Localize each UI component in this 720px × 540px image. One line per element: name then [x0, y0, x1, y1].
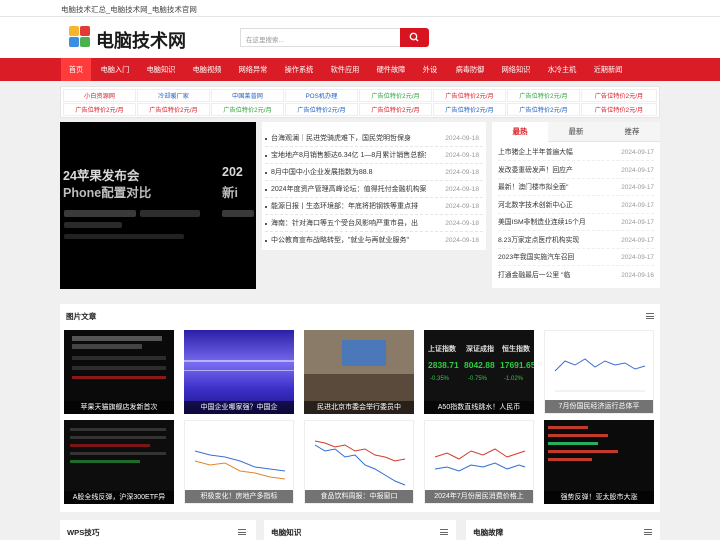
news-list: 台海观澜｜民进党骑虎难下，国民党明哲保身 2024-09-18 宝地地产8月销售额…	[262, 122, 486, 250]
list-item[interactable]: 能源日报丨生态环境部：年底将把钢铁等重点排 2024-09-18	[265, 199, 483, 215]
slider-blurred-text	[64, 222, 122, 228]
tab-latest[interactable]: 最新	[548, 122, 604, 142]
search-button[interactable]	[400, 28, 429, 47]
pic-card[interactable]: 民进北京市委会举行委员中	[304, 330, 414, 414]
logo-icon[interactable]	[69, 26, 91, 48]
pic-card[interactable]: A股全线反弹，沪深300ETF异	[64, 420, 174, 504]
nav-item[interactable]: 网络知识	[495, 58, 537, 81]
slider-blurred-text	[222, 210, 254, 217]
list-icon[interactable]	[646, 313, 654, 319]
nav-item[interactable]: 硬件故障	[370, 58, 412, 81]
slider-subtitle: Phone配置对比	[63, 186, 152, 200]
nav-item[interactable]: 操作系统	[278, 58, 320, 81]
pic-caption[interactable]: 积极变化！房地产多指标	[185, 490, 293, 503]
nav-item[interactable]: 电脑知识	[140, 58, 182, 81]
bottom-section-faults: 电脑故障	[466, 520, 660, 540]
nav-item[interactable]: 近期新闻	[587, 58, 629, 81]
list-item[interactable]: 中公教育宣布战略转型，"就业与再就业服务" 2024-09-18	[265, 233, 483, 249]
pic-caption[interactable]: 民进北京市委会举行委员中	[304, 401, 414, 414]
bottom-section-knowledge: 电脑知识	[264, 520, 456, 540]
pic-card[interactable]: 强势反弹！亚太股市大涨	[544, 420, 654, 504]
link-cell[interactable]: 广告位特价2元/月	[507, 89, 580, 102]
list-item[interactable]: 台海观澜｜民进党骑虎难下，国民党明哲保身 2024-09-18	[265, 131, 483, 147]
pic-caption[interactable]: 中国企业哪家强？中国企	[184, 401, 294, 414]
list-item[interactable]: 8.23万家定点医疗机构实现 2024-09-17	[498, 232, 654, 249]
list-item[interactable]: 发改委重磅发声！回应产 2024-09-17	[498, 162, 654, 179]
search-icon	[409, 32, 419, 42]
slider-subtitle-2: 新i	[222, 186, 238, 200]
link-cell[interactable]: 广告位特价2元/月	[211, 103, 284, 116]
bottom-section-wps: WPS技巧	[60, 520, 256, 540]
top-bar: 电脑技术汇总_电脑技术网_电脑技术官网	[0, 0, 720, 17]
link-cell[interactable]: 广告位特价2元/月	[581, 89, 657, 102]
pic-card[interactable]: 苹果天猫旗舰店发新首次	[64, 330, 174, 414]
list-item[interactable]: 宝地地产8月销售额达6.34亿 1—8月累计销售总额突 2024-09-18	[265, 148, 483, 164]
nav-item[interactable]: 病毒防御	[449, 58, 491, 81]
nav-item[interactable]: 网络异常	[232, 58, 274, 81]
pic-caption[interactable]: A50指数直线跳水！人民币	[424, 401, 534, 414]
link-cell[interactable]: 中国莱普网	[211, 89, 284, 102]
link-cell[interactable]: 广告位特价2元/月	[137, 103, 210, 116]
logo-text[interactable]: 电脑技术网	[96, 27, 186, 53]
link-cell[interactable]: POS机办理	[285, 89, 358, 102]
nav-item[interactable]: 电脑入门	[94, 58, 136, 81]
link-cell[interactable]: 小白资源网	[63, 89, 136, 102]
slider-blurred-text	[64, 210, 136, 217]
link-cell[interactable]: 广告位特价2元/月	[63, 103, 136, 116]
search-input[interactable]: 在这里搜索...	[240, 28, 400, 47]
list-item[interactable]: 8月中国中小企业发展指数为88.8 2024-09-18	[265, 165, 483, 181]
link-cell[interactable]: 广告位特价2元/月	[581, 103, 657, 116]
section-title[interactable]: 电脑故障	[473, 527, 503, 538]
friend-links: 小白资源网 冷却暖厂家 中国莱普网 POS机办理 广告位特价2元/月 广告位特价…	[60, 86, 660, 118]
pic-caption[interactable]: A股全线反弹，沪深300ETF异	[64, 491, 174, 504]
list-item[interactable]: 最新！澳门楼市拟全面" 2024-09-17	[498, 179, 654, 196]
tab-recommended[interactable]: 推荐	[604, 122, 660, 142]
list-icon[interactable]	[644, 529, 652, 535]
hot-panel: 最热 最新 推荐 上市猪企上半年普遍大幅 2024-09-17 发改委重磅发声！回…	[492, 122, 660, 288]
pic-caption[interactable]: 苹果天猫旗舰店发新首次	[64, 401, 174, 414]
pic-card[interactable]: 上证指数 深证成指 恒生指数 2838.71 8042.88 17691.65 …	[424, 330, 534, 414]
nav-item[interactable]: 电脑视频	[186, 58, 228, 81]
pic-card[interactable]: 2024年7月份居民消费价格上	[424, 420, 534, 504]
link-cell[interactable]: 广告位特价2元/月	[359, 89, 432, 102]
section-title[interactable]: WPS技巧	[67, 527, 100, 538]
list-item[interactable]: 2023年我国实施汽车召回 2024-09-17	[498, 249, 654, 266]
link-cell[interactable]: 广告位特价2元/月	[433, 89, 506, 102]
slider-blurred-text	[64, 234, 184, 239]
slider-title-2: 202	[222, 165, 243, 179]
pic-card[interactable]: 7月份国民经济运行总体平	[544, 330, 654, 414]
main-nav: 首页 电脑入门 电脑知识 电脑视频 网络异常 操作系统 软件应用 硬件故障 外设…	[0, 58, 720, 81]
pic-caption[interactable]: 7月份国民经济运行总体平	[545, 400, 653, 413]
pic-card[interactable]: 食品饮料周报：中报窗口	[304, 420, 414, 504]
link-cell[interactable]: 广告位特价2元/月	[285, 103, 358, 116]
link-cell[interactable]: 广告位特价2元/月	[507, 103, 580, 116]
list-icon[interactable]	[440, 529, 448, 535]
section-title: 图片文章	[66, 312, 97, 321]
list-icon[interactable]	[238, 529, 246, 535]
list-item[interactable]: 上市猪企上半年普遍大幅 2024-09-17	[498, 144, 654, 161]
picture-articles: 图片文章 苹果天猫旗舰店发新首次 中国企业哪家强？中国企 民进北京市委会举行委员…	[60, 304, 660, 512]
list-item[interactable]: 美国ISM非制造业连续15个月 2024-09-17	[498, 214, 654, 231]
nav-home[interactable]: 首页	[61, 58, 91, 81]
tab-hottest[interactable]: 最热	[492, 122, 548, 142]
pic-caption[interactable]: 2024年7月份居民消费价格上	[425, 490, 533, 503]
pic-card[interactable]: 中国企业哪家强？中国企	[184, 330, 294, 414]
nav-item[interactable]: 软件应用	[324, 58, 366, 81]
link-cell[interactable]: 广告位特价2元/月	[433, 103, 506, 116]
pic-caption[interactable]: 食品饮料周报：中报窗口	[305, 490, 413, 503]
nav-item[interactable]: 水冷主机	[541, 58, 583, 81]
list-item[interactable]: 打通金融最后一公里 "临 2024-09-16	[498, 267, 654, 284]
featured-slider[interactable]: 24苹果发布会 Phone配置对比 202 新i	[60, 122, 256, 289]
link-cell[interactable]: 广告位特价2元/月	[359, 103, 432, 116]
site-tagline: 电脑技术汇总_电脑技术网_电脑技术官网	[61, 5, 197, 14]
nav-item[interactable]: 外设	[416, 58, 444, 81]
pic-card[interactable]: 积极变化！房地产多指标	[184, 420, 294, 504]
list-item[interactable]: 河北数字技术创新中心正 2024-09-17	[498, 197, 654, 214]
pic-caption[interactable]: 强势反弹！亚太股市大涨	[544, 491, 654, 504]
section-title[interactable]: 电脑知识	[271, 527, 301, 538]
list-item[interactable]: 2024年度资产管理高峰论坛：值得托付金融机构案 2024-09-18	[265, 182, 483, 198]
slider-blurred-text	[140, 210, 200, 217]
list-item[interactable]: 海南：针对海口等五个受台风影响严重市县，出 2024-09-18	[265, 216, 483, 232]
link-cell[interactable]: 冷却暖厂家	[137, 89, 210, 102]
